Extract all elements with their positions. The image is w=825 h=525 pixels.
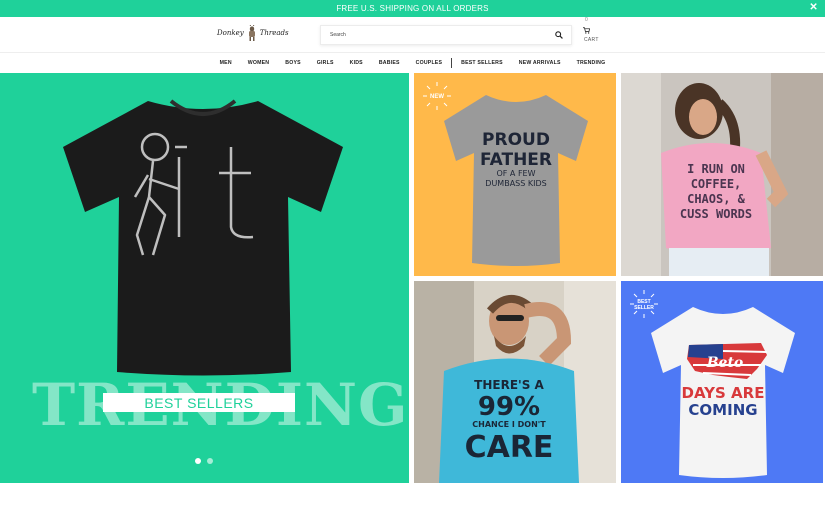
cart-count: 0 bbox=[585, 17, 588, 23]
shirt-text-theres-a: THERE'S A bbox=[474, 378, 544, 392]
shirt-text-coffee: COFFEE, bbox=[691, 177, 742, 191]
site-header: Donkey Threads 0 CART bbox=[0, 17, 825, 53]
nav-item-best-sellers[interactable]: BEST SELLERS bbox=[453, 60, 511, 66]
shirt-text-kids: DUMBASS KIDS bbox=[485, 179, 546, 188]
logo-word-donkey: Donkey bbox=[217, 29, 244, 37]
banner-text: FREE U.S. SHIPPING ON ALL ORDERS bbox=[336, 4, 489, 13]
cart-label: CART bbox=[584, 37, 599, 43]
shipping-banner: FREE U.S. SHIPPING ON ALL ORDERS ✕ bbox=[0, 0, 825, 17]
search-bar bbox=[320, 25, 572, 45]
shirt-text-chance: CHANCE I DON'T bbox=[472, 420, 546, 429]
shirt-text-father: FATHER bbox=[480, 150, 552, 170]
nav-item-babies[interactable]: BABIES bbox=[371, 60, 408, 66]
shirt-text-chaos: CHAOS, & bbox=[687, 192, 746, 206]
product-tile-beto[interactable]: BEST SELLER Beto DAYS ARE COMING bbox=[621, 281, 823, 483]
nav-item-boys[interactable]: BOYS bbox=[277, 60, 309, 66]
nav-item-couples[interactable]: COUPLES bbox=[408, 60, 450, 66]
shirt-text-care: CARE bbox=[465, 430, 554, 465]
black-tshirt-image bbox=[63, 99, 343, 376]
logo[interactable]: Donkey Threads bbox=[217, 25, 289, 41]
logo-word-threads: Threads bbox=[259, 29, 289, 37]
nav-item-trending[interactable]: TRENDING bbox=[569, 60, 614, 66]
nav-item-girls[interactable]: GIRLS bbox=[309, 60, 342, 66]
close-icon[interactable]: ✕ bbox=[809, 2, 818, 13]
grey-tshirt-image: PROUD FATHER OF A FEW DUMBASS KIDS bbox=[444, 95, 588, 266]
nav-item-men[interactable]: MEN bbox=[212, 60, 240, 66]
search-input[interactable] bbox=[321, 26, 551, 44]
donkey-icon bbox=[248, 25, 255, 41]
slider-dot-1[interactable] bbox=[195, 458, 201, 464]
product-tile-proud-father[interactable]: NEW PROUD FATHER OF A FEW DUMBASS KIDS bbox=[414, 73, 616, 276]
shirt-text-99: 99% bbox=[478, 392, 540, 422]
nav-item-women[interactable]: WOMEN bbox=[240, 60, 277, 66]
shirt-text-days-are: DAYS ARE bbox=[682, 384, 765, 402]
main-nav: MEN WOMEN BOYS GIRLS KIDS BABIES COUPLES… bbox=[0, 54, 825, 72]
slider-dots bbox=[195, 458, 213, 464]
best-sellers-label[interactable]: BEST SELLERS bbox=[103, 393, 295, 412]
cart-icon bbox=[583, 27, 590, 34]
shirt-text-i-run-on: I RUN ON bbox=[687, 162, 745, 176]
white-tshirt-image: Beto DAYS ARE COMING bbox=[651, 307, 795, 478]
product-tile-coffee-chaos[interactable]: I RUN ON COFFEE, CHAOS, & CUSS WORDS bbox=[621, 73, 823, 276]
nav-item-new-arrivals[interactable]: NEW ARRIVALS bbox=[511, 60, 569, 66]
cart-button[interactable]: 0 CART bbox=[583, 17, 603, 47]
man-blue-shirt-photo: THERE'S A 99% CHANCE I DON'T CARE bbox=[414, 281, 616, 483]
shirt-text-of-a-few: OF A FEW bbox=[496, 169, 535, 178]
product-tile-99-percent[interactable]: THERE'S A 99% CHANCE I DON'T CARE bbox=[414, 281, 616, 483]
shirt-text-cuss-words: CUSS WORDS bbox=[680, 207, 752, 221]
nav-item-kids[interactable]: KIDS bbox=[342, 60, 371, 66]
hero-slider[interactable]: TRENDING BEST SELLERS bbox=[0, 73, 409, 483]
search-icon[interactable] bbox=[551, 27, 567, 43]
shirt-text-proud: PROUD bbox=[482, 130, 550, 150]
shirt-text-coming: COMING bbox=[688, 401, 757, 419]
slider-dot-2[interactable] bbox=[207, 458, 213, 464]
nav-divider bbox=[451, 58, 453, 68]
woman-pink-shirt-photo: I RUN ON COFFEE, CHAOS, & CUSS WORDS bbox=[621, 73, 823, 276]
shirt-text-beto: Beto bbox=[706, 355, 744, 371]
